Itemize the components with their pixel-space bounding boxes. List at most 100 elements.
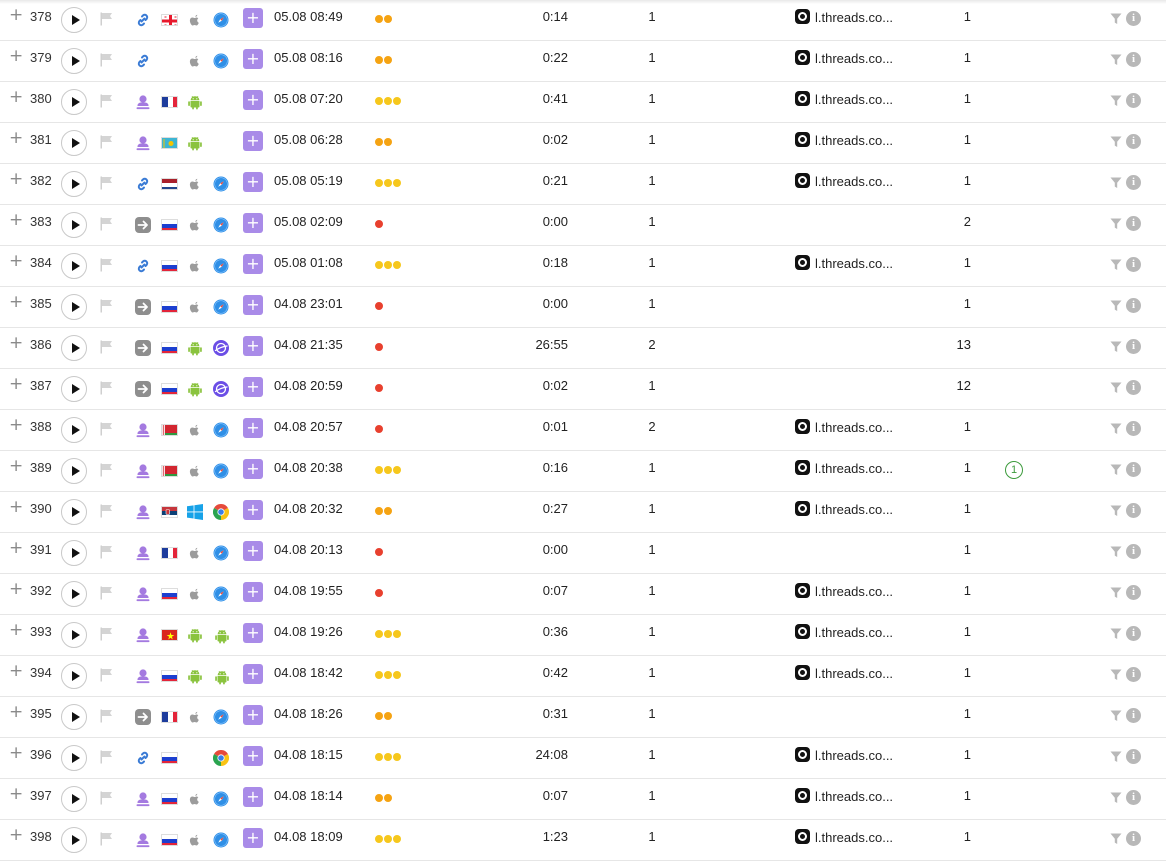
table-row[interactable]: +394 +04.08 18:42 0:42 1 l.threads.co... 1 i — [0, 656, 1166, 697]
table-row[interactable]: +380 +05.08 07:20 0:41 1 l.threads.co... 1 i — [0, 82, 1166, 123]
flag-icon[interactable] — [100, 627, 113, 641]
filter-icon[interactable] — [1110, 505, 1122, 517]
add-button[interactable]: + — [243, 295, 263, 315]
expand-icon[interactable]: + — [9, 704, 23, 721]
info-icon[interactable]: i — [1126, 339, 1141, 354]
play-button[interactable] — [61, 663, 87, 689]
referrer-link[interactable]: l.threads.co... — [795, 788, 893, 804]
play-button[interactable] — [61, 212, 87, 238]
play-button[interactable] — [61, 253, 87, 279]
info-icon[interactable]: i — [1126, 134, 1141, 149]
add-button[interactable]: + — [243, 90, 263, 110]
referrer-link[interactable]: l.threads.co... — [795, 91, 893, 107]
info-icon[interactable]: i — [1126, 749, 1141, 764]
referrer-link[interactable]: l.threads.co... — [795, 501, 893, 517]
add-button[interactable]: + — [243, 787, 263, 807]
table-row[interactable]: +391 +04.08 20:13 0:00 1 1 i — [0, 533, 1166, 574]
filter-icon[interactable] — [1110, 177, 1122, 189]
expand-icon[interactable]: + — [9, 663, 23, 680]
add-button[interactable]: + — [243, 336, 263, 356]
flag-icon[interactable] — [100, 217, 113, 231]
filter-icon[interactable] — [1110, 95, 1122, 107]
info-icon[interactable]: i — [1126, 626, 1141, 641]
filter-icon[interactable] — [1110, 628, 1122, 640]
info-icon[interactable]: i — [1126, 544, 1141, 559]
play-button[interactable] — [61, 48, 87, 74]
referrer-link[interactable]: l.threads.co... — [795, 665, 893, 681]
table-row[interactable]: +385 +04.08 23:01 0:00 1 1 i — [0, 287, 1166, 328]
play-button[interactable] — [61, 540, 87, 566]
info-icon[interactable]: i — [1126, 831, 1141, 846]
add-button[interactable]: + — [243, 131, 263, 151]
expand-icon[interactable]: + — [9, 212, 23, 229]
table-row[interactable]: +395 +04.08 18:26 0:31 1 1 i — [0, 697, 1166, 738]
expand-icon[interactable]: + — [9, 458, 23, 475]
info-icon[interactable]: i — [1126, 790, 1141, 805]
flag-icon[interactable] — [100, 299, 113, 313]
referrer-link[interactable]: l.threads.co... — [795, 460, 893, 476]
add-button[interactable]: + — [243, 418, 263, 438]
expand-icon[interactable]: + — [9, 786, 23, 803]
info-icon[interactable]: i — [1126, 298, 1141, 313]
filter-icon[interactable] — [1110, 833, 1122, 845]
filter-icon[interactable] — [1110, 710, 1122, 722]
info-icon[interactable]: i — [1126, 462, 1141, 477]
add-button[interactable]: + — [243, 664, 263, 684]
add-button[interactable]: + — [243, 705, 263, 725]
filter-icon[interactable] — [1110, 13, 1122, 25]
table-row[interactable]: +383 +05.08 02:09 0:00 1 2 i — [0, 205, 1166, 246]
expand-icon[interactable]: + — [9, 540, 23, 557]
info-icon[interactable]: i — [1126, 421, 1141, 436]
expand-icon[interactable]: + — [9, 253, 23, 270]
referrer-link[interactable]: l.threads.co... — [795, 624, 893, 640]
expand-icon[interactable]: + — [9, 171, 23, 188]
referrer-link[interactable]: l.threads.co... — [795, 583, 893, 599]
play-button[interactable] — [61, 7, 87, 33]
add-button[interactable]: + — [243, 746, 263, 766]
table-row[interactable]: +398 +04.08 18:09 1:23 1 l.threads.co... 1 i — [0, 820, 1166, 861]
play-button[interactable] — [61, 376, 87, 402]
flag-icon[interactable] — [100, 586, 113, 600]
table-row[interactable]: +382 +05.08 05:19 0:21 1 l.threads.co... 1 i — [0, 164, 1166, 205]
play-button[interactable] — [61, 622, 87, 648]
add-button[interactable]: + — [243, 541, 263, 561]
flag-icon[interactable] — [100, 463, 113, 477]
expand-icon[interactable]: + — [9, 827, 23, 844]
add-button[interactable]: + — [243, 254, 263, 274]
flag-icon[interactable] — [100, 545, 113, 559]
add-button[interactable]: + — [243, 8, 263, 28]
info-icon[interactable]: i — [1126, 380, 1141, 395]
play-button[interactable] — [61, 581, 87, 607]
filter-icon[interactable] — [1110, 464, 1122, 476]
info-icon[interactable]: i — [1126, 175, 1141, 190]
expand-icon[interactable]: + — [9, 499, 23, 516]
flag-icon[interactable] — [100, 504, 113, 518]
play-button[interactable] — [61, 89, 87, 115]
referrer-link[interactable]: l.threads.co... — [795, 829, 893, 845]
play-button[interactable] — [61, 786, 87, 812]
flag-icon[interactable] — [100, 12, 113, 26]
referrer-link[interactable]: l.threads.co... — [795, 747, 893, 763]
table-row[interactable]: +379 +05.08 08:16 0:22 1 l.threads.co... 1 i — [0, 41, 1166, 82]
expand-icon[interactable]: + — [9, 130, 23, 147]
expand-icon[interactable]: + — [9, 581, 23, 598]
referrer-link[interactable]: l.threads.co... — [795, 173, 893, 189]
add-button[interactable]: + — [243, 582, 263, 602]
filter-icon[interactable] — [1110, 423, 1122, 435]
referrer-link[interactable]: l.threads.co... — [795, 419, 893, 435]
table-row[interactable]: +384 +05.08 01:08 0:18 1 l.threads.co... 1 i — [0, 246, 1166, 287]
flag-icon[interactable] — [100, 832, 113, 846]
table-row[interactable]: +387 +04.08 20:59 0:02 1 12 i — [0, 369, 1166, 410]
table-row[interactable]: +386 +04.08 21:35 26:55 2 13 i — [0, 328, 1166, 369]
filter-icon[interactable] — [1110, 259, 1122, 271]
play-button[interactable] — [61, 294, 87, 320]
flag-icon[interactable] — [100, 791, 113, 805]
info-icon[interactable]: i — [1126, 93, 1141, 108]
expand-icon[interactable]: + — [9, 622, 23, 639]
flag-icon[interactable] — [100, 135, 113, 149]
filter-icon[interactable] — [1110, 382, 1122, 394]
expand-icon[interactable]: + — [9, 745, 23, 762]
add-button[interactable]: + — [243, 172, 263, 192]
info-icon[interactable]: i — [1126, 585, 1141, 600]
play-button[interactable] — [61, 417, 87, 443]
